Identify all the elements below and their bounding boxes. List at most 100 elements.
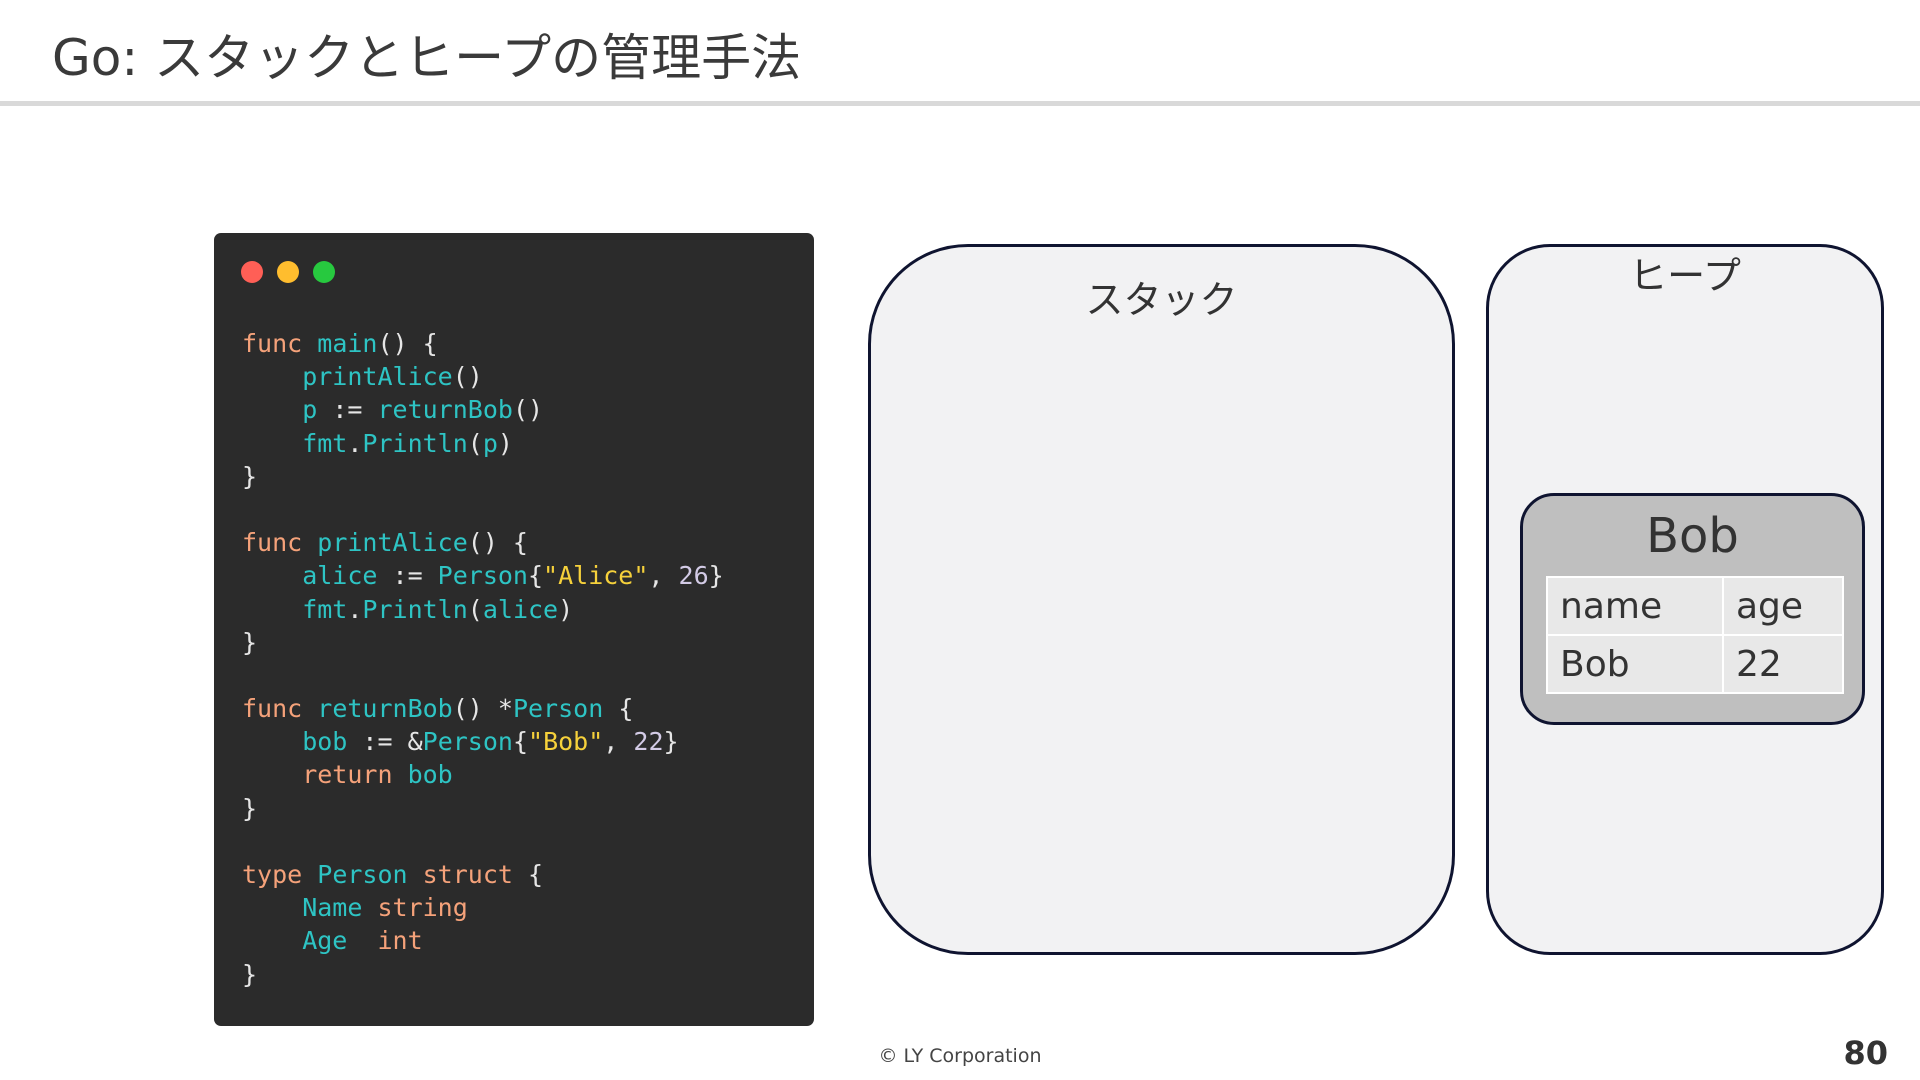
code-line: Name string — [242, 891, 724, 924]
code-token: := — [392, 561, 438, 591]
table-header-cell: name — [1546, 576, 1724, 636]
code-token: { — [512, 727, 529, 757]
code-token: main — [317, 329, 378, 358]
code-token: bob — [242, 727, 363, 757]
window-controls — [241, 261, 335, 283]
code-token: . — [347, 428, 363, 458]
code-token: { — [527, 561, 544, 591]
code-line: bob := &Person{"Bob", 22} — [242, 725, 724, 758]
code-token: Age — [242, 926, 378, 956]
code-token: fmt — [242, 594, 348, 624]
code-token: string — [377, 893, 468, 923]
table-cell: 22 — [1722, 634, 1844, 694]
code-token: func — [242, 329, 318, 358]
code-token: bob — [407, 760, 453, 790]
close-dot-icon — [241, 261, 263, 283]
code-line: func returnBob() *Person { — [242, 692, 724, 725]
code-token: returnBob — [317, 694, 453, 724]
code-line: fmt.Println(p) — [242, 427, 724, 460]
code-line: printAlice() — [242, 360, 724, 393]
object-field-table: name age Bob 22 — [1546, 576, 1844, 694]
code-line: } — [242, 460, 724, 493]
code-line: func main() { — [242, 327, 724, 360]
code-token: () — [512, 395, 544, 425]
slide: Go: スタックとヒープの管理手法 func main() { printAli… — [0, 0, 1920, 1080]
object-name: Bob — [1646, 508, 1739, 564]
table-row: name age — [1546, 576, 1844, 636]
code-token: () * — [452, 694, 513, 724]
go-source-code: func main() { printAlice() p := returnBo… — [242, 327, 724, 991]
code-line: p := returnBob() — [242, 393, 724, 426]
slide-title: Go: スタックとヒープの管理手法 — [52, 29, 802, 87]
stack-label: スタック — [1085, 278, 1238, 322]
code-token: func — [242, 694, 318, 724]
code-token: "Bob" — [528, 727, 604, 757]
code-token: fmt — [242, 428, 348, 458]
code-token: := — [332, 395, 378, 425]
code-token: } — [242, 627, 258, 657]
code-token: } — [242, 959, 258, 989]
code-token: , — [648, 561, 679, 591]
code-token: , — [603, 727, 634, 757]
heap-object-card: Bob name age Bob 22 — [1520, 493, 1865, 725]
code-line: type Person struct { — [242, 858, 724, 891]
code-line: return bob — [242, 758, 724, 791]
code-token: ) — [558, 594, 574, 624]
code-token: } — [708, 561, 724, 591]
code-line: func printAlice() { — [242, 526, 724, 559]
code-token: alice — [482, 594, 559, 624]
table-cell: Bob — [1546, 634, 1724, 694]
code-token: { — [603, 694, 634, 724]
code-token: type — [242, 860, 318, 889]
code-token: Person — [512, 694, 604, 724]
stack-panel: スタック — [868, 244, 1455, 955]
code-token: printAlice — [317, 528, 468, 558]
code-token: ( — [467, 594, 483, 624]
code-token: . — [347, 594, 363, 624]
code-token: Println — [362, 428, 468, 458]
code-token: p — [482, 428, 498, 458]
title-divider — [0, 101, 1920, 106]
code-token: } — [663, 727, 679, 757]
code-window: func main() { printAlice() p := returnBo… — [214, 233, 814, 1026]
code-line: Age int — [242, 924, 724, 957]
code-token: alice — [242, 561, 393, 591]
heap-label: ヒープ — [1629, 254, 1741, 298]
code-token: 26 — [678, 561, 709, 591]
code-token: return — [242, 760, 408, 790]
code-token: Println — [362, 594, 468, 624]
code-token: Name — [242, 893, 378, 923]
code-token: Person — [422, 727, 513, 757]
code-token: returnBob — [377, 395, 513, 425]
code-token: p — [242, 395, 333, 425]
code-token: () { — [377, 329, 438, 358]
code-token: ) — [497, 428, 513, 458]
code-token: ( — [467, 428, 483, 458]
code-token: Person — [317, 860, 423, 889]
maximize-dot-icon — [313, 261, 335, 283]
code-line: } — [242, 958, 724, 991]
code-token: printAlice — [242, 362, 453, 392]
code-token: func — [242, 528, 318, 558]
minimize-dot-icon — [277, 261, 299, 283]
table-row: Bob 22 — [1546, 634, 1844, 694]
code-token: 22 — [633, 727, 664, 757]
code-token: } — [242, 793, 258, 823]
code-token: := & — [362, 727, 423, 757]
code-token: int — [377, 926, 423, 956]
code-line: } — [242, 792, 724, 825]
code-token: "Alice" — [543, 561, 649, 591]
code-line: fmt.Println(alice) — [242, 593, 724, 626]
code-token: Person — [437, 561, 528, 591]
page-number: 80 — [1843, 1034, 1888, 1072]
copyright-footer: © LY Corporation — [878, 1045, 1042, 1067]
code-token: () — [452, 362, 483, 392]
code-line: } — [242, 626, 724, 659]
code-token: { — [512, 860, 544, 889]
code-token: struct — [422, 860, 513, 889]
code-token: } — [242, 461, 258, 491]
table-header-cell: age — [1722, 576, 1844, 636]
